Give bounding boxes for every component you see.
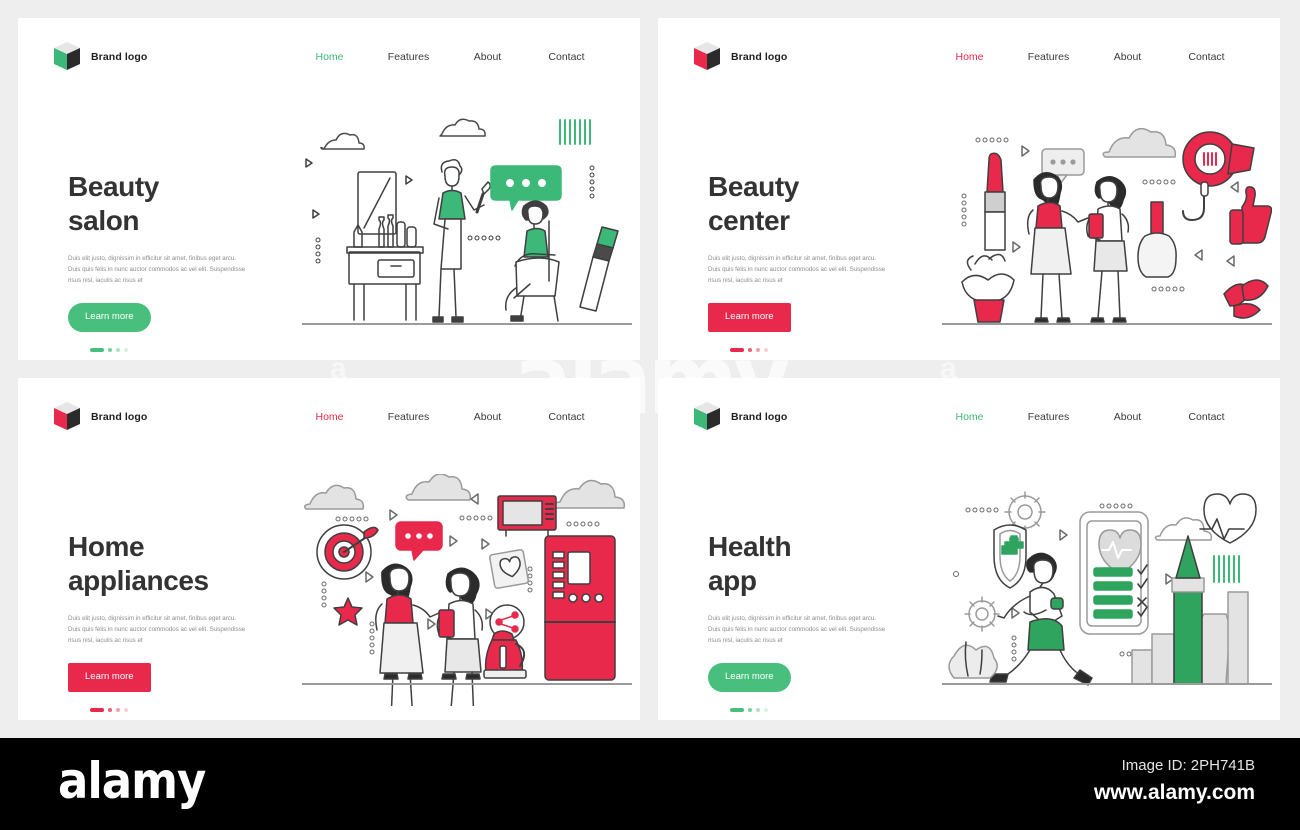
pagination-dot-active[interactable] [90,347,104,352]
nav-item-features[interactable]: Features [1009,411,1088,423]
brand[interactable]: Brand logo [52,41,147,73]
pagination-dot[interactable] [124,347,128,352]
brand[interactable]: Brand logo [692,401,787,433]
panel-health-app: Brand logo Home Features About Contact H… [658,378,1280,720]
page-title: Home appliances [68,531,209,597]
main-nav: Home Features About Contact [930,411,1246,423]
brand[interactable]: Brand logo [52,401,147,433]
illustration-home-appliances [302,474,632,706]
learn-more-button[interactable]: Learn more [708,663,791,692]
main-nav: Home Features About Contact [290,411,606,423]
panel-header: Brand logo Home Features About Contact [658,18,1280,96]
hero-body-text: Duis elit justo, dignissim in efficitur … [708,615,886,644]
nav-item-features[interactable]: Features [1009,51,1088,63]
panel-header: Brand logo Home Features About Contact [658,378,1280,456]
screenshot-canvas: alamy a a Brand logo Home Features About… [0,0,1300,830]
pagination-dot[interactable] [748,347,752,352]
nav-item-contact[interactable]: Contact [1167,51,1246,63]
brand-name: Brand logo [731,51,788,63]
pagination-dot-active[interactable] [730,707,744,712]
brand-name: Brand logo [731,411,788,423]
brand-logo-cube-icon [692,41,722,73]
nav-item-contact[interactable]: Contact [527,51,606,63]
panel-grid: Brand logo Home Features About Contact B… [18,18,1282,720]
panel-home-appliances: Brand logo Home Features About Contact H… [18,378,640,720]
alamy-logo: alamy [58,752,206,810]
pagination-dot[interactable] [116,707,120,712]
nav-item-home[interactable]: Home [930,51,1009,63]
hero-copy: Beauty salon Duis elit justo, dignissim i… [68,170,268,352]
image-id-label: Image ID: 2PH741B [1121,757,1255,774]
nav-item-features[interactable]: Features [369,411,448,423]
panel-header: Brand logo Home Features About Contact [18,18,640,96]
learn-more-button[interactable]: Learn more [708,303,791,332]
brand-logo-cube-icon [692,401,722,433]
panel-beauty-center: Brand logo Home Features About Contact B… [658,18,1280,360]
panel-beauty-salon: Brand logo Home Features About Contact B… [18,18,640,360]
carousel-pagination[interactable] [90,347,268,352]
pagination-dot[interactable] [108,707,112,712]
nav-item-home[interactable]: Home [290,411,369,423]
pagination-dot[interactable] [108,347,112,352]
brand-name: Brand logo [91,51,148,63]
carousel-pagination[interactable] [730,347,908,352]
pagination-dot[interactable] [748,707,752,712]
brand-logo-cube-icon [52,401,82,433]
main-nav: Home Features About Contact [290,51,606,63]
brand-logo-cube-icon [52,41,82,73]
pagination-dot[interactable] [116,347,120,352]
hero-copy: Health app Duis elit justo, dignissim in … [708,530,908,712]
page-title: Beauty salon [68,171,159,237]
pagination-dot[interactable] [124,707,128,712]
pagination-dot-active[interactable] [90,707,104,712]
pagination-dot[interactable] [756,707,760,712]
carousel-pagination[interactable] [730,707,908,712]
main-nav: Home Features About Contact [930,51,1246,63]
learn-more-button[interactable]: Learn more [68,663,151,692]
illustration-health-app [942,474,1272,706]
hero-body-text: Duis elit justo, dignissim in efficitur … [708,255,886,284]
pagination-dot[interactable] [756,347,760,352]
brand-name: Brand logo [91,411,148,423]
illustration-beauty-salon [302,114,632,346]
nav-item-contact[interactable]: Contact [527,411,606,423]
panel-header: Brand logo Home Features About Contact [18,378,640,456]
carousel-pagination[interactable] [90,707,268,712]
page-title: Health app [708,531,792,597]
pagination-dot-active[interactable] [730,347,744,352]
pagination-dot[interactable] [764,707,768,712]
brand[interactable]: Brand logo [692,41,787,73]
illustration-beauty-center [942,114,1272,346]
page-title: Beauty center [708,171,799,237]
learn-more-button[interactable]: Learn more [68,303,151,332]
alamy-website-label: www.alamy.com [1093,781,1255,804]
nav-item-home[interactable]: Home [930,411,1009,423]
nav-item-contact[interactable]: Contact [1167,411,1246,423]
nav-item-features[interactable]: Features [369,51,448,63]
nav-item-about[interactable]: About [448,411,527,423]
nav-item-about[interactable]: About [1088,411,1167,423]
hero-copy: Home appliances Duis elit justo, dignissi… [68,530,268,712]
nav-item-about[interactable]: About [1088,51,1167,63]
pagination-dot[interactable] [764,347,768,352]
hero-copy: Beauty center Duis elit justo, dignissim … [708,170,908,352]
nav-item-home[interactable]: Home [290,51,369,63]
hero-body-text: Duis elit justo, dignissim in efficitur … [68,255,246,284]
nav-item-about[interactable]: About [448,51,527,63]
hero-body-text: Duis elit justo, dignissim in efficitur … [68,615,246,644]
